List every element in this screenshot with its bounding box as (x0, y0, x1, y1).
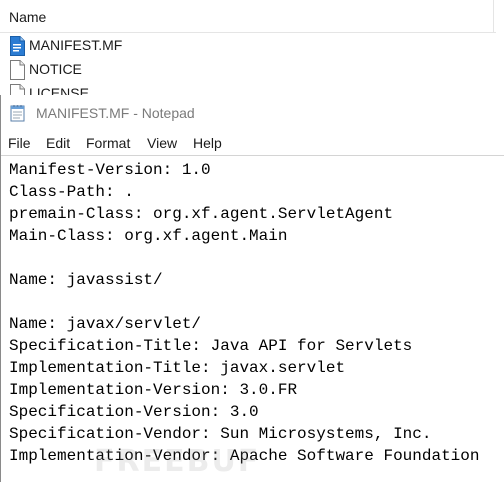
text-line: premain-Class: org.xf.agent.ServletAgent (9, 205, 394, 223)
text-file-icon (10, 60, 25, 80)
text-line (9, 291, 504, 313)
column-divider[interactable] (493, 0, 494, 32)
text-line: Manifest-Version: 1.0 (9, 161, 211, 179)
text-editor-area[interactable]: Manifest-Version: 1.0 Class-Path: . prem… (1, 155, 504, 482)
watermark: FREEBUF (94, 444, 261, 479)
file-row-manifest[interactable]: MANIFEST.MF (0, 34, 504, 58)
text-line: Implementation-Title: javax.servlet (9, 359, 346, 377)
menu-edit[interactable]: Edit (46, 135, 70, 151)
text-line: Specification-Vendor: Sun Microsystems, … (9, 425, 432, 443)
window-title: MANIFEST.MF - Notepad (36, 105, 195, 121)
file-row-license[interactable]: LICENSE (0, 82, 504, 96)
menu-view[interactable]: View (147, 135, 177, 151)
file-row-notice[interactable]: NOTICE (0, 58, 504, 82)
menu-bar: File Edit Format View Help (1, 131, 504, 155)
notepad-icon (10, 105, 25, 122)
menu-format[interactable]: Format (86, 135, 130, 151)
text-line: Name: javassist/ (9, 271, 163, 289)
text-line: Specification-Title: Java API for Servle… (9, 337, 413, 355)
title-bar[interactable]: MANIFEST.MF - Notepad (1, 95, 504, 131)
menu-help[interactable]: Help (193, 135, 222, 151)
file-name: MANIFEST.MF (29, 37, 123, 53)
text-line: Main-Class: org.xf.agent.Main (9, 227, 288, 245)
file-name: NOTICE (29, 61, 82, 77)
text-line: Name: javax/servlet/ (9, 315, 202, 333)
column-header[interactable]: Name (0, 0, 496, 33)
text-line: Specification-Version: 3.0 (9, 403, 259, 421)
file-explorer-list: Name MANIFEST.MF NOTICE LICENSE (0, 0, 504, 96)
mf-file-icon (10, 36, 25, 56)
editor-content[interactable]: Manifest-Version: 1.0 Class-Path: . prem… (9, 159, 504, 467)
column-header-name[interactable]: Name (9, 9, 46, 25)
text-line (9, 247, 504, 269)
text-line: Implementation-Version: 3.0.FR (9, 381, 298, 399)
notepad-window: MANIFEST.MF - Notepad File Edit Format V… (0, 95, 504, 482)
text-line: Class-Path: . (9, 183, 134, 201)
menu-file[interactable]: File (8, 135, 31, 151)
